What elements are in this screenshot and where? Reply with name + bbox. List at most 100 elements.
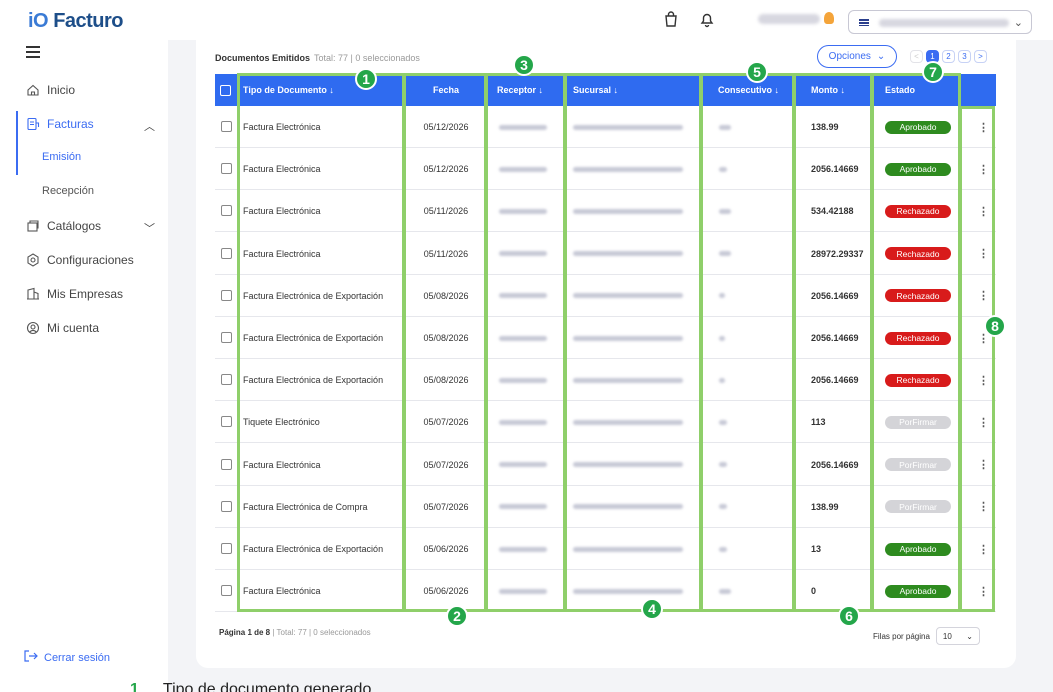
row-menu-icon[interactable]: ⋮ <box>978 233 989 275</box>
sidebar-subitem-emision[interactable]: Emisión <box>42 151 81 163</box>
table-row[interactable]: Factura Electrónica 05/06/2026 0 Aprobado ⋮ <box>215 570 996 613</box>
cell-fecha: 05/07/2026 <box>423 459 469 470</box>
cell-tipo: Factura Electrónica <box>243 122 321 132</box>
sidebar-item-catalogos[interactable]: Catálogos <box>26 214 101 238</box>
user-name-blurred[interactable] <box>758 14 820 24</box>
company-name-blurred <box>879 19 1009 27</box>
cell-fecha: 05/12/2026 <box>423 164 469 175</box>
row-checkbox[interactable] <box>221 500 232 512</box>
table-row[interactable]: Factura Electrónica 05/12/2026 138.99 Aprob… <box>215 106 996 148</box>
table-row[interactable]: Factura Electrónica de Exportación 05/08/… <box>215 275 996 317</box>
chevron-down-icon[interactable]: ﹀ <box>144 220 155 236</box>
documents-subtitle: Total: 77 | 0 seleccionados <box>314 53 420 63</box>
sidebar-item-inicio[interactable]: Inicio <box>26 78 75 102</box>
row-menu-icon[interactable]: ⋮ <box>978 528 989 570</box>
table-row[interactable]: Factura Electrónica de Exportación 05/08/… <box>215 317 996 359</box>
row-checkbox[interactable] <box>221 332 232 343</box>
row-checkbox[interactable] <box>221 205 232 217</box>
sidebar-item-mi-cuenta[interactable]: Mi cuenta <box>26 316 99 340</box>
catalog-icon <box>26 219 40 233</box>
cell-estado: PorFirmar <box>885 486 951 528</box>
sidebar-item-facturas[interactable]: Facturas <box>26 112 94 136</box>
row-checkbox[interactable] <box>221 458 232 470</box>
cell-sucursal-blurred <box>573 106 683 148</box>
row-menu-icon[interactable]: ⋮ <box>978 148 989 190</box>
row-menu-icon[interactable]: ⋮ <box>978 486 989 528</box>
table-row[interactable]: Factura Electrónica 05/12/2026 2056.14669 A… <box>215 148 996 191</box>
bag-icon[interactable] <box>662 10 680 33</box>
marker-3: 3 <box>513 54 535 76</box>
cell-monto: 2056.14669 <box>811 459 859 470</box>
select-all-checkbox[interactable] <box>220 85 231 96</box>
row-menu-icon[interactable]: ⋮ <box>978 570 989 612</box>
cell-receptor-blurred <box>499 148 547 190</box>
cell-monto: 0 <box>811 586 817 597</box>
row-checkbox[interactable] <box>221 289 232 301</box>
row-menu-icon[interactable]: ⋮ <box>978 401 989 443</box>
chevron-down-icon: ⌄ <box>1013 17 1023 29</box>
app-logo[interactable]: iO Facturo <box>28 10 124 33</box>
cell-receptor-blurred <box>499 359 547 401</box>
hamburger-menu-icon[interactable] <box>26 46 40 58</box>
cell-sucursal-blurred <box>573 233 683 275</box>
table-header: Tipo de Documento ↓ Fecha Receptor ↓ Suc… <box>215 74 996 106</box>
logout-button[interactable]: Cerrar sesión <box>24 650 110 665</box>
row-menu-icon[interactable]: ⋮ <box>978 275 989 317</box>
status-badge: Rechazado <box>885 247 951 261</box>
table-row[interactable]: Factura Electrónica 05/07/2026 2056.14669 P… <box>215 444 996 486</box>
sidebar-item-mis-empresas[interactable]: Mis Empresas <box>26 282 123 306</box>
options-button[interactable]: Opciones ⌄ <box>817 45 897 68</box>
cell-fecha: 05/08/2026 <box>423 290 469 301</box>
row-checkbox[interactable] <box>221 374 232 386</box>
cell-receptor-blurred <box>499 570 547 612</box>
table-row[interactable]: Factura Electrónica 05/11/2026 28972.29337… <box>215 233 996 275</box>
header-sucursal[interactable]: Sucursal ↓ <box>573 74 618 106</box>
company-select[interactable]: ⌄ <box>848 10 1032 34</box>
cell-consecutivo-blurred <box>719 570 731 612</box>
cell-receptor-blurred <box>499 444 547 486</box>
row-checkbox[interactable] <box>221 121 232 132</box>
marker-2: 2 <box>446 605 468 627</box>
table-row[interactable]: Factura Electrónica de Compra 05/07/2026 1… <box>215 486 996 528</box>
table-row[interactable]: Factura Electrónica de Exportación 05/06/… <box>215 528 996 570</box>
row-checkbox[interactable] <box>221 247 232 259</box>
header-tipo[interactable]: Tipo de Documento ↓ <box>243 74 334 106</box>
cell-estado: Aprobado <box>885 106 951 148</box>
header-fecha[interactable]: Fecha <box>405 74 487 106</box>
cell-fecha: 05/06/2026 <box>423 544 469 554</box>
cell-monto: 2056.14669 <box>811 333 859 343</box>
sidebar-subitem-recepcion[interactable]: Recepción <box>42 185 94 197</box>
table-row[interactable]: Factura Electrónica de Exportación 05/08/… <box>215 359 996 402</box>
row-checkbox[interactable] <box>221 585 232 597</box>
cell-monto: 2056.14669 <box>811 375 859 386</box>
sidebar-item-configuraciones[interactable]: Configuraciones <box>26 248 134 272</box>
chevron-up-icon[interactable]: ︿ <box>144 118 155 134</box>
row-checkbox[interactable] <box>221 416 232 428</box>
pager-page-3[interactable]: 3 <box>958 50 971 63</box>
pager-prev-button[interactable]: < <box>910 50 923 63</box>
table-row[interactable]: Factura Electrónica 05/11/2026 534.42188 Re… <box>215 190 996 233</box>
header-monto[interactable]: Monto ↓ <box>811 74 845 106</box>
cell-tipo: Factura Electrónica de Exportación <box>243 333 384 343</box>
rows-per-page-select[interactable]: 10 ⌄ <box>935 627 980 645</box>
table-row[interactable]: Tiquete Electrónico 05/07/2026 113 PorFirma… <box>215 401 996 444</box>
user-badge-icon <box>824 12 834 24</box>
account-icon <box>26 321 40 335</box>
pager-next-button[interactable]: > <box>974 50 987 63</box>
row-checkbox[interactable] <box>221 163 232 175</box>
status-badge: Rechazado <box>885 331 951 345</box>
row-checkbox[interactable] <box>221 543 232 554</box>
header-receptor[interactable]: Receptor ↓ <box>497 74 543 106</box>
row-menu-icon[interactable]: ⋮ <box>978 190 989 232</box>
marker-6: 6 <box>838 605 860 627</box>
bell-icon[interactable] <box>698 10 716 33</box>
row-menu-icon[interactable]: ⋮ <box>978 359 989 401</box>
row-menu-icon[interactable]: ⋮ <box>978 444 989 486</box>
cell-fecha: 05/12/2026 <box>423 122 469 132</box>
row-menu-icon[interactable]: ⋮ <box>978 106 989 148</box>
legend-caption: 1 Tipo de documento generado <box>130 681 372 692</box>
cell-monto: 28972.29337 <box>811 248 864 259</box>
flag-icon <box>859 19 869 26</box>
cell-estado: Aprobado <box>885 570 951 612</box>
pager-page-2[interactable]: 2 <box>942 50 955 63</box>
